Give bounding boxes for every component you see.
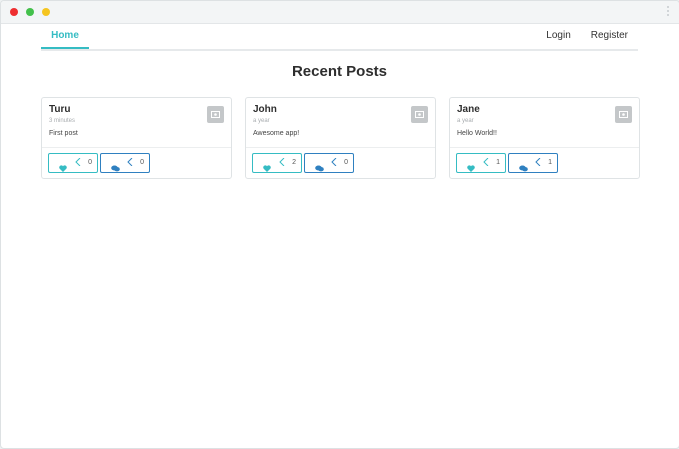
post-text: Hello World!! (457, 130, 497, 137)
post-card: John a year Awesome app! 2 0 (245, 97, 436, 179)
nav-home-link[interactable]: Home (41, 23, 89, 49)
heart-icon (59, 159, 67, 177)
image-placeholder-icon (207, 106, 224, 123)
post-card: Turu 3 minutes First post 0 0 (41, 97, 232, 179)
post-text: First post (49, 130, 78, 137)
like-count: 1 (496, 159, 500, 166)
comment-icon (315, 159, 324, 177)
card-divider (450, 147, 639, 148)
nav-register-link[interactable]: Register (591, 30, 628, 41)
like-button[interactable]: 0 (48, 153, 98, 173)
image-placeholder-icon (411, 106, 428, 123)
like-count: 2 (292, 159, 296, 166)
like-button[interactable]: 2 (252, 153, 302, 173)
post-time: a year (457, 118, 474, 124)
comment-icon (111, 159, 120, 177)
kebab-menu-icon[interactable] (667, 6, 670, 18)
nav-right: Login Register (526, 23, 628, 49)
comment-count: 1 (548, 159, 552, 166)
close-window-button[interactable] (10, 8, 18, 16)
count-notch (279, 158, 285, 166)
count-notch (127, 158, 133, 166)
comment-count: 0 (344, 159, 348, 166)
comment-count: 0 (140, 159, 144, 166)
post-text: Awesome app! (253, 130, 300, 137)
count-notch (331, 158, 337, 166)
post-author[interactable]: Jane (457, 104, 480, 115)
card-divider (42, 147, 231, 148)
like-button[interactable]: 1 (456, 153, 506, 173)
card-divider (246, 147, 435, 148)
like-count: 0 (88, 159, 92, 166)
maximize-window-button[interactable] (26, 8, 34, 16)
minimize-window-button[interactable] (42, 8, 50, 16)
window-titlebar (1, 1, 679, 24)
count-notch (75, 158, 81, 166)
heart-icon (263, 159, 271, 177)
heart-icon (467, 159, 475, 177)
count-notch (535, 158, 541, 166)
comment-icon (519, 159, 528, 177)
nav-login-link[interactable]: Login (546, 30, 570, 41)
count-notch (483, 158, 489, 166)
post-card: Jane a year Hello World!! 1 1 (449, 97, 640, 179)
top-nav: Home Login Register (41, 23, 638, 51)
comment-button[interactable]: 0 (304, 153, 354, 173)
post-time: 3 minutes (49, 118, 76, 124)
comment-button[interactable]: 1 (508, 153, 558, 173)
post-author[interactable]: Turu (49, 104, 70, 115)
comment-button[interactable]: 0 (100, 153, 150, 173)
image-placeholder-icon (615, 106, 632, 123)
post-author[interactable]: John (253, 104, 277, 115)
post-time: a year (253, 118, 270, 124)
page-title: Recent Posts (291, 63, 388, 80)
